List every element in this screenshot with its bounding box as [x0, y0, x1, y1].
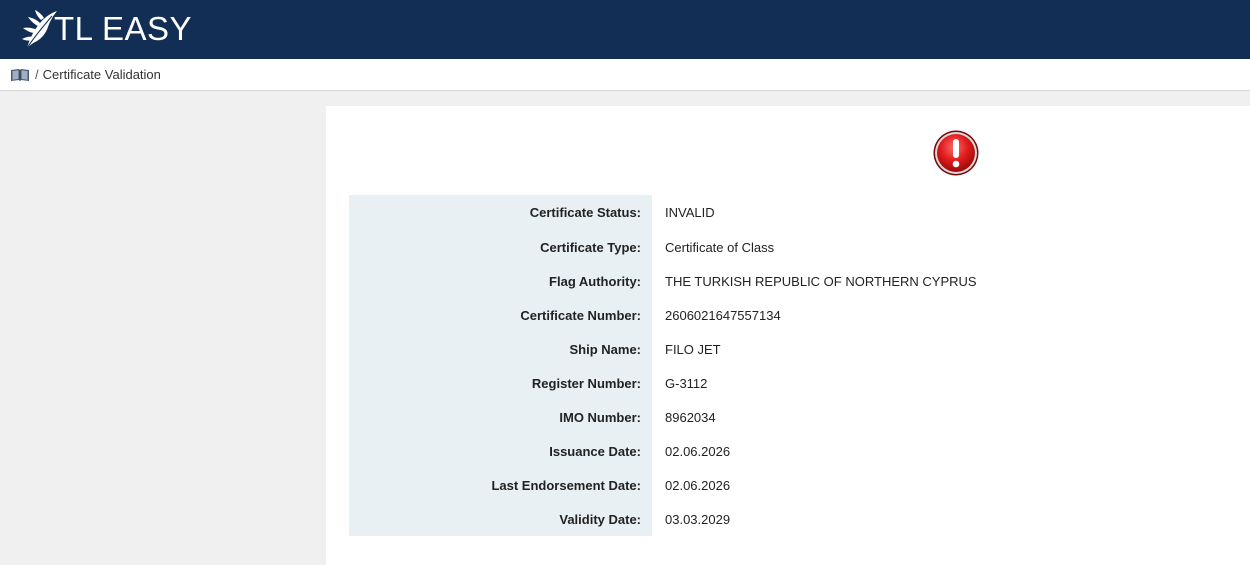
- field-label: Validity Date:: [349, 502, 652, 536]
- field-label: Register Number:: [349, 366, 652, 400]
- field-value-status: INVALID: [665, 205, 715, 220]
- field-value-imo: 8962034: [665, 409, 716, 425]
- top-navbar: TL EASY: [0, 0, 1250, 59]
- table-row: Certificate Status: INVALID: [349, 195, 1165, 230]
- field-value-number: 2606021647557134: [665, 307, 781, 323]
- field-label: Certificate Status:: [349, 195, 652, 230]
- table-row: IMO Number: 8962034: [349, 400, 1165, 434]
- field-label: Certificate Number:: [349, 298, 652, 332]
- field-value-type: Certificate of Class: [665, 239, 775, 255]
- table-row: Flag Authority: THE TURKISH REPUBLIC OF …: [349, 264, 1165, 298]
- certificate-details-table: Certificate Status: INVALID Certificate …: [349, 195, 1165, 536]
- table-row: Issuance Date: 02.06.2026: [349, 434, 1165, 468]
- field-label: Last Endorsement Date:: [349, 468, 652, 502]
- field-value-register: G-3112: [665, 375, 708, 391]
- field-label: Issuance Date:: [349, 434, 652, 468]
- field-value-validity: 03.03.2029: [665, 511, 731, 527]
- certificate-panel: Certificate Status: INVALID Certificate …: [326, 106, 1250, 565]
- book-icon[interactable]: [10, 68, 30, 82]
- field-label: IMO Number:: [349, 400, 652, 434]
- field-value-issuance: 02.06.2026: [665, 443, 731, 459]
- field-label: Ship Name:: [349, 332, 652, 366]
- brand-logo-link[interactable]: TL EASY: [20, 8, 192, 50]
- field-value-flag: THE TURKISH REPUBLIC OF NORTHERN CYPRUS: [665, 273, 977, 289]
- alert-exclamation-icon: [933, 130, 979, 176]
- field-value-ship: FILO JET: [665, 341, 721, 357]
- table-row: Certificate Type: Certificate of Class: [349, 230, 1165, 264]
- table-row: Certificate Number: 2606021647557134: [349, 298, 1165, 332]
- table-row: Validity Date: 03.03.2029: [349, 502, 1165, 536]
- field-label: Flag Authority:: [349, 264, 652, 298]
- brand-name: TL EASY: [54, 10, 192, 47]
- breadcrumb-current: Certificate Validation: [42, 67, 161, 82]
- breadcrumb: / Certificate Validation: [0, 59, 1250, 91]
- field-value-endorsement: 02.06.2026: [665, 477, 731, 493]
- field-label: Certificate Type:: [349, 230, 652, 264]
- table-row: Register Number: G-3112: [349, 366, 1165, 400]
- breadcrumb-separator: /: [35, 67, 39, 82]
- table-row: Last Endorsement Date: 02.06.2026: [349, 468, 1165, 502]
- table-row: Ship Name: FILO JET: [349, 332, 1165, 366]
